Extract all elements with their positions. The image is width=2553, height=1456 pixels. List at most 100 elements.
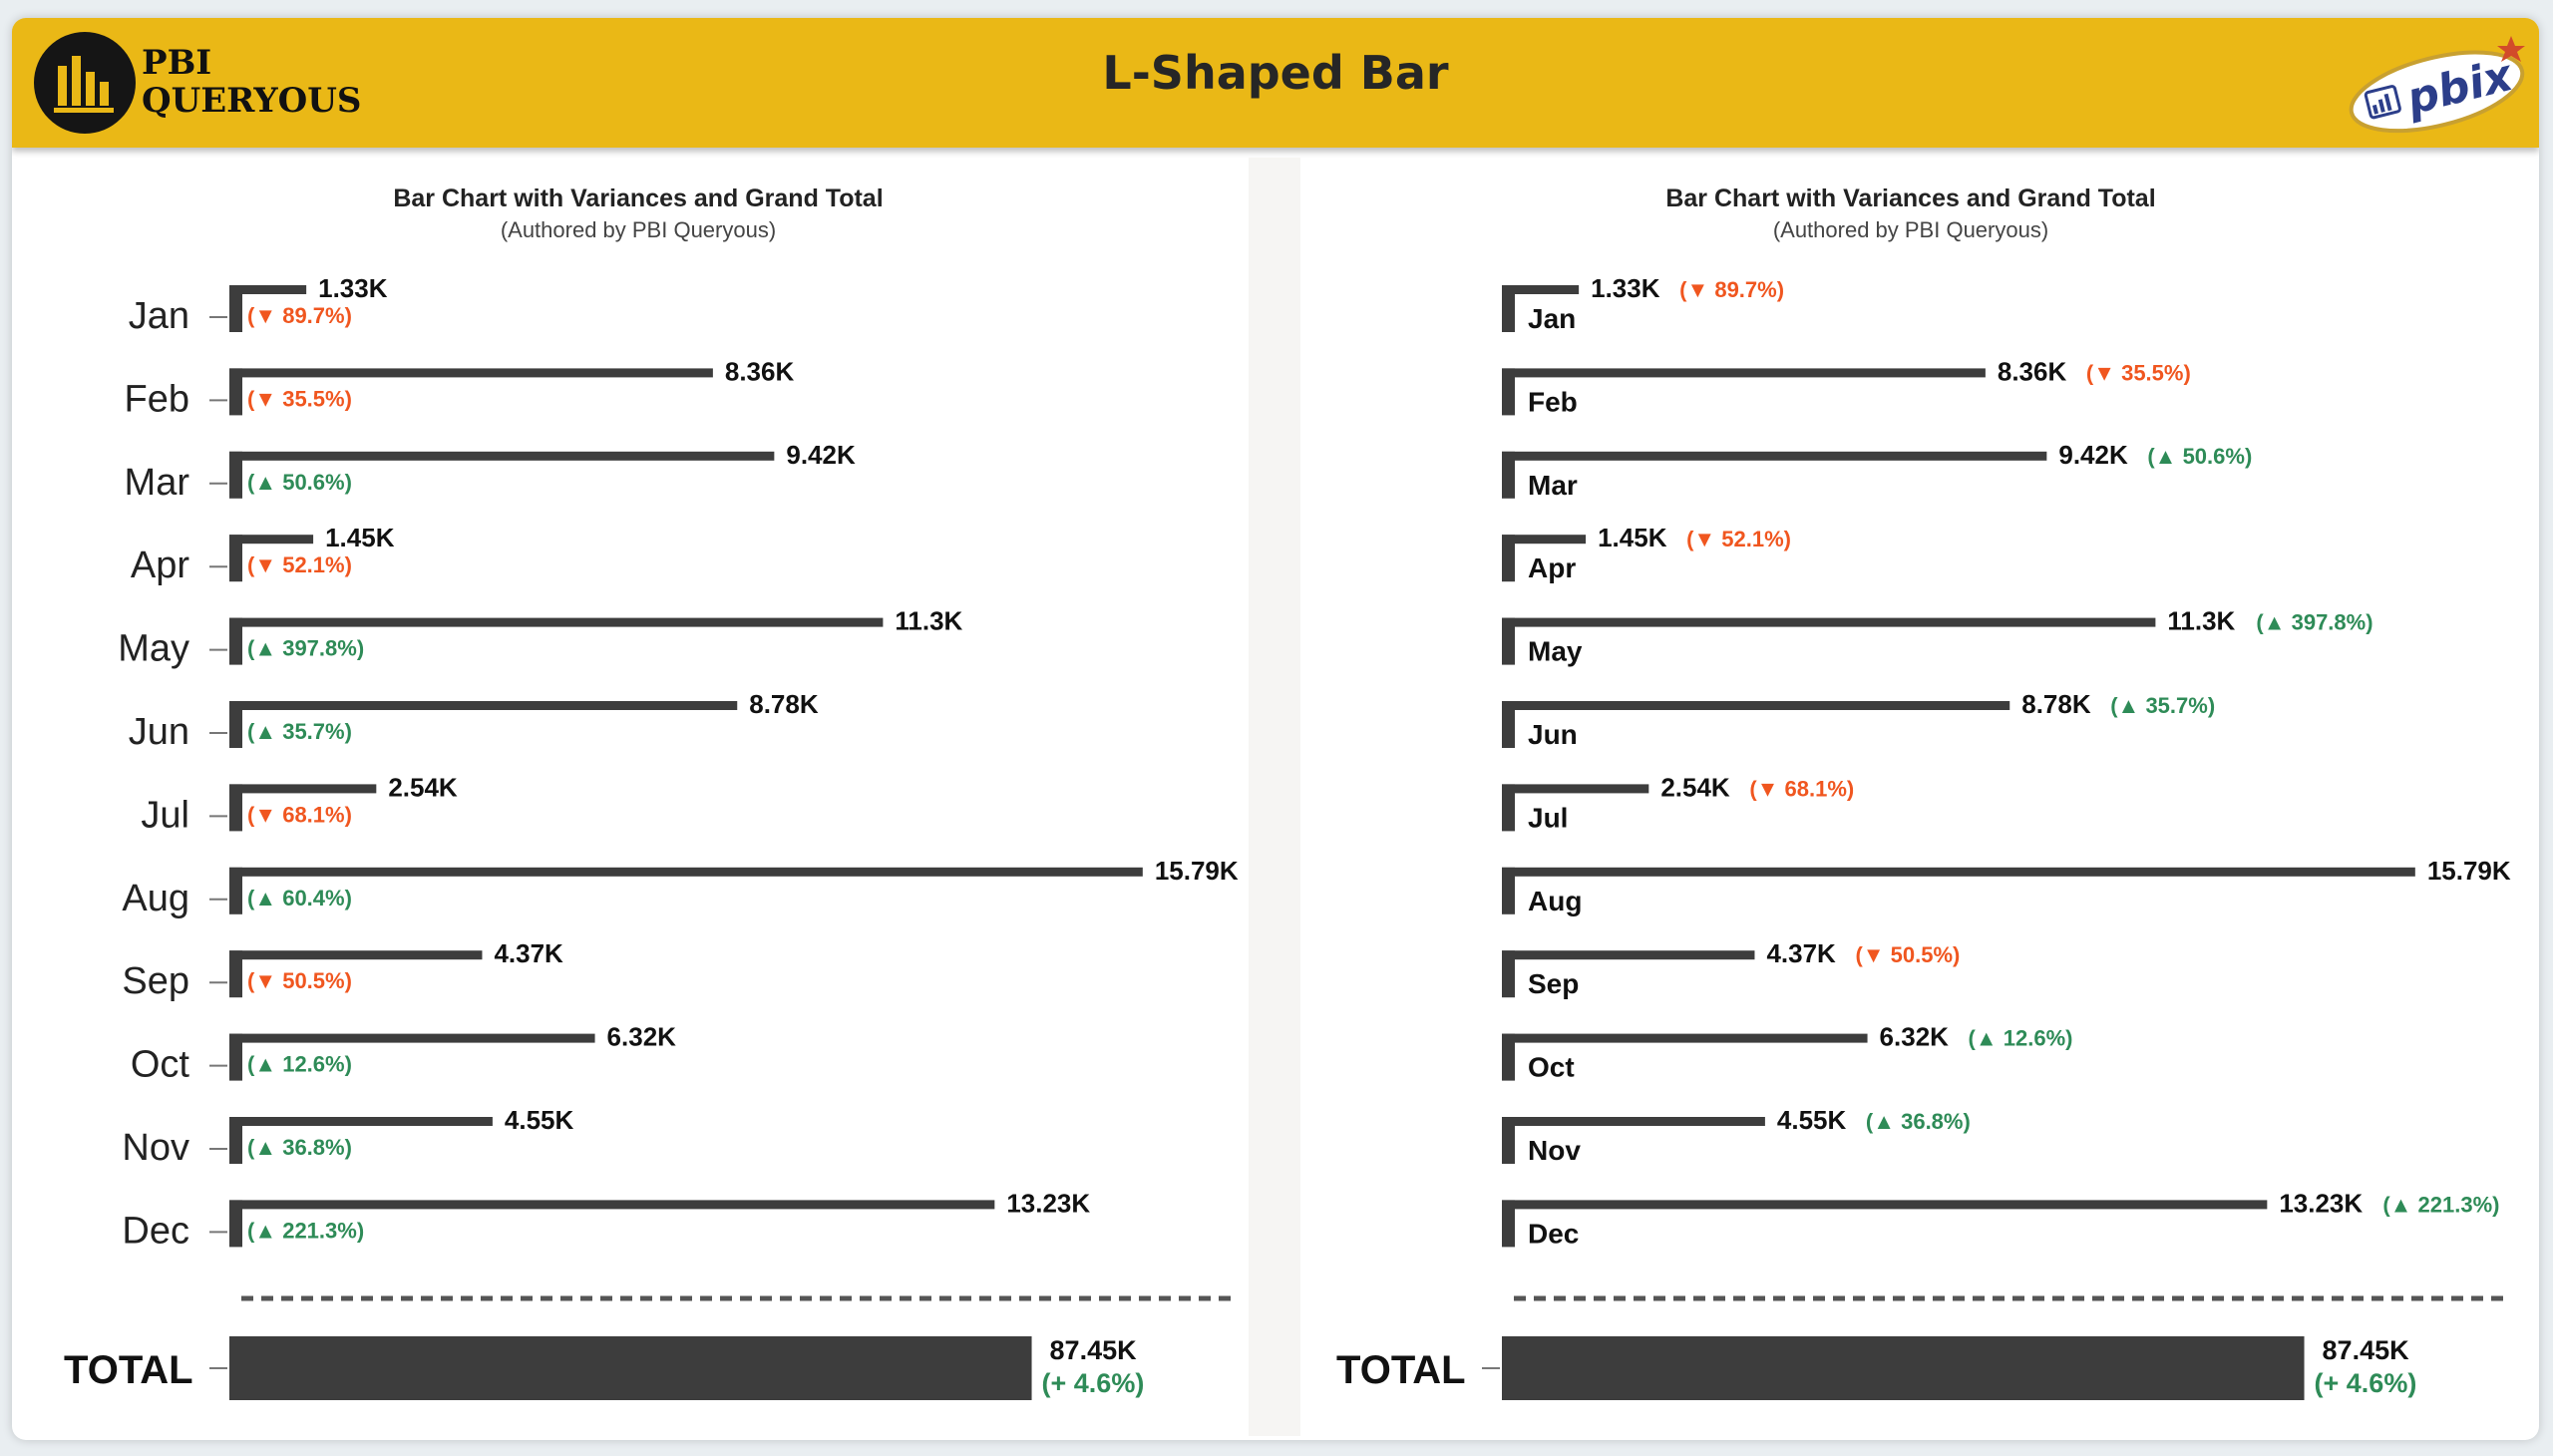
value-label: 1.45K [325, 523, 395, 552]
value-label: 1.33K [1591, 273, 1660, 303]
bar-stem-oct [1502, 1033, 1515, 1081]
bar-jul [1502, 784, 1649, 794]
category-label: Mar [1528, 470, 1578, 501]
category-label: Feb [1528, 386, 1578, 417]
total-variance-label: (+ 4.6%) [1042, 1368, 1145, 1398]
category-label: Oct [1528, 1052, 1575, 1083]
value-label: 6.32K [1880, 1022, 1950, 1052]
value-label: 13.23K [2279, 1188, 2363, 1218]
variance-label: (▼ 52.1%) [247, 552, 352, 577]
bar-stem-oct [229, 1033, 242, 1081]
value-label: 8.78K [749, 689, 819, 719]
value-label: 15.79K [2427, 856, 2511, 886]
variance-label: (▼ 89.7%) [1679, 277, 1784, 302]
total-label: TOTAL [64, 1348, 193, 1392]
variance-label: (▲ 50.6%) [2147, 444, 2252, 469]
bar-stem-jan [229, 285, 242, 332]
bar-oct [1502, 1033, 1868, 1043]
total-value-label: 87.45K [1050, 1335, 1138, 1365]
variance-label: (▲ 36.8%) [1866, 1109, 1971, 1134]
bar-stem-aug [229, 867, 242, 914]
category-label: Dec [122, 1210, 189, 1252]
category-label: Sep [1528, 968, 1579, 999]
value-label: 11.3K [895, 606, 962, 636]
bar-jun [229, 701, 738, 710]
bar-dec [1502, 1200, 2268, 1210]
bar-stem-jun [229, 701, 242, 748]
bar-stem-sep [229, 950, 242, 998]
chart-title: Bar Chart with Variances and Grand Total [1665, 184, 2155, 212]
panel-divider [1249, 158, 1300, 1436]
category-label: Oct [131, 1044, 190, 1086]
value-label: 11.3K [2167, 606, 2235, 636]
variance-label: (▼ 50.5%) [1855, 942, 1960, 967]
bar-stem-mar [1502, 451, 1515, 499]
category-label: Jun [129, 711, 189, 753]
bar-mar [1502, 451, 2047, 461]
category-label: Aug [122, 878, 189, 919]
bar-feb [229, 368, 713, 378]
bar-jul [229, 784, 377, 794]
variance-label: (▲ 221.3%) [247, 1218, 364, 1243]
bar-stem-jan [1502, 285, 1515, 332]
bar-feb [1502, 368, 1986, 378]
bar-stem-feb [1502, 368, 1515, 416]
category-label: Jan [129, 295, 189, 337]
total-label: TOTAL [1336, 1348, 1466, 1392]
category-label: May [118, 628, 189, 670]
variance-label: (▼ 52.1%) [1686, 527, 1791, 551]
value-label: 1.45K [1598, 523, 1667, 552]
category-label: Feb [125, 378, 189, 420]
value-label: 1.33K [318, 273, 388, 303]
category-label: Nov [1528, 1135, 1581, 1166]
bar-mar [229, 451, 775, 461]
bar-stem-nov [1502, 1117, 1515, 1164]
category-label: Jul [1528, 802, 1568, 833]
right-chart-visual[interactable]: Bar Chart with Variances and Grand Total… [1300, 158, 2521, 1436]
bar-stem-dec [229, 1200, 242, 1248]
chart-subtitle: (Authored by PBI Queryous) [501, 217, 776, 242]
right-chart-svg: Bar Chart with Variances and Grand Total… [1336, 184, 2511, 1400]
chart-subtitle: (Authored by PBI Queryous) [1773, 217, 2048, 242]
pbix-badge[interactable]: pbix [2336, 26, 2535, 146]
total-variance-label: (+ 4.6%) [2315, 1368, 2417, 1398]
value-label: 2.54K [388, 772, 458, 802]
category-label: Jun [1528, 719, 1578, 750]
value-label: 4.37K [494, 938, 563, 968]
value-label: 8.36K [725, 356, 795, 386]
bar-stem-jun [1502, 701, 1515, 748]
value-label: 4.55K [1777, 1105, 1847, 1135]
value-label: 9.42K [2058, 440, 2128, 470]
variance-label: (▲ 35.7%) [247, 719, 352, 744]
bar-stem-feb [229, 368, 242, 416]
bar-dec [229, 1200, 995, 1210]
category-label: Mar [125, 462, 190, 504]
value-label: 4.55K [505, 1105, 574, 1135]
category-label: Dec [1528, 1218, 1579, 1249]
total-value-label: 87.45K [2323, 1335, 2410, 1365]
bar-stem-may [1502, 617, 1515, 665]
variance-label: (▼ 35.5%) [2086, 360, 2191, 385]
bar-stem-nov [229, 1117, 242, 1164]
bar-stem-sep [1502, 950, 1515, 998]
category-label: Nov [122, 1127, 189, 1169]
total-bar [1502, 1336, 2305, 1400]
bar-sep [229, 950, 483, 960]
variance-label: (▲ 50.6%) [247, 470, 352, 495]
left-chart-svg: Bar Chart with Variances and Grand Total… [64, 184, 1239, 1400]
bar-stem-aug [1502, 867, 1515, 914]
page-title: L-Shaped Bar [1102, 46, 1449, 100]
category-label: Jul [141, 794, 189, 836]
variance-label: (▼ 89.7%) [247, 303, 352, 328]
bar-stem-jul [229, 784, 242, 832]
category-label: Sep [122, 960, 189, 1002]
value-label: 6.32K [607, 1022, 677, 1052]
category-label: Apr [1528, 552, 1576, 583]
value-label: 15.79K [1155, 856, 1239, 886]
bar-stem-apr [1502, 535, 1515, 582]
left-chart-visual[interactable]: Bar Chart with Variances and Grand Total… [28, 158, 1249, 1436]
total-bar [229, 1336, 1032, 1400]
chart-title: Bar Chart with Variances and Grand Total [393, 184, 883, 212]
bar-may [229, 617, 884, 627]
bar-stem-apr [229, 535, 242, 582]
